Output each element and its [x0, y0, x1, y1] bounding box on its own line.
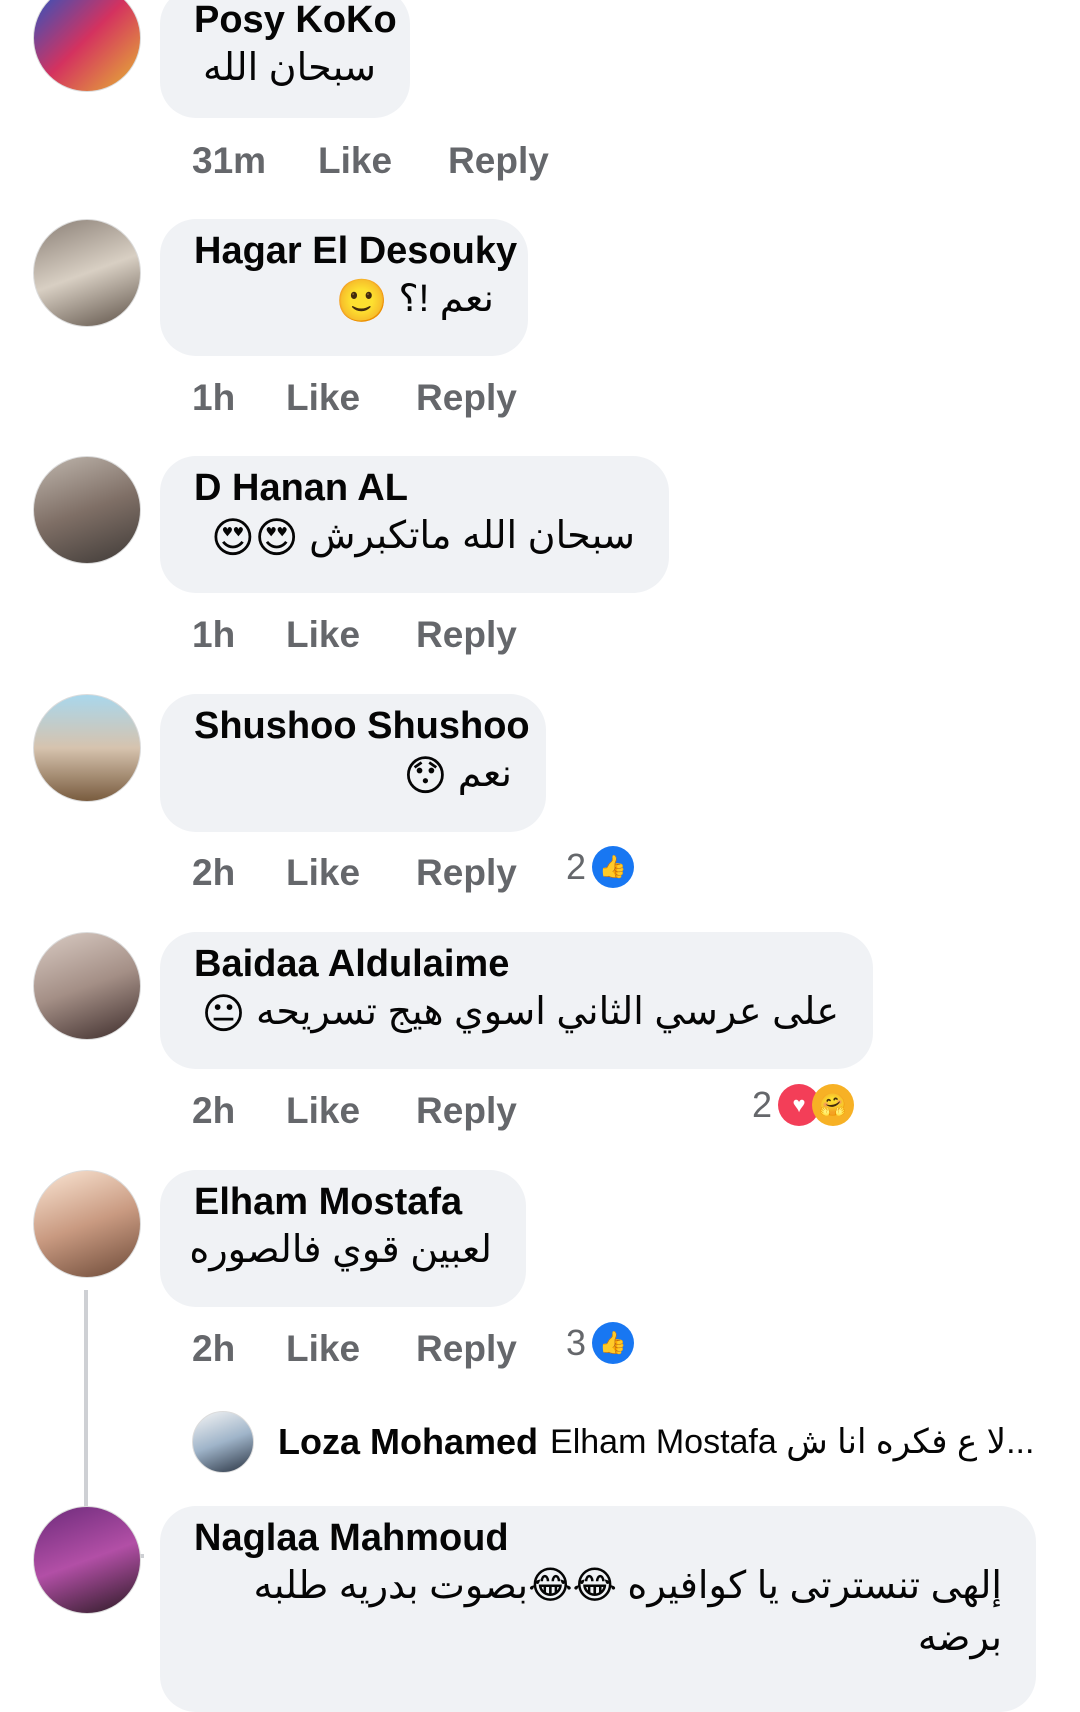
comment-bubble[interactable]: Hagar El Desouky نعم !؟ 🙂 [160, 219, 528, 356]
comment-actions: 31m Like Reply [192, 136, 549, 186]
comment-text: لعبين قوي فالصوره [189, 1229, 492, 1271]
comment-time[interactable]: 31m [192, 140, 318, 182]
commenter-name[interactable]: Hagar El Desouky [194, 229, 517, 273]
neutral-face-emoji: 😐 [201, 989, 246, 1037]
comment-time[interactable]: 1h [192, 377, 286, 419]
avatar[interactable] [33, 456, 141, 564]
comment-bubble[interactable]: Naglaa Mahmoud إلهى تنسترتى يا كوافيره 😂… [160, 1506, 1036, 1712]
reply-button[interactable]: Reply [416, 1328, 517, 1370]
reaction-count: 2 [566, 846, 587, 887]
comment-text: سبحان الله [203, 47, 376, 89]
comment-text-row: على عرسي الثاني اسوي هيج تسريحه 😐 [194, 986, 839, 1040]
comment-text: نعم [457, 753, 512, 795]
commenter-name[interactable]: Naglaa Mahmoud [194, 1516, 1002, 1560]
comment-text-row: نعم 😯 [194, 748, 512, 802]
avatar[interactable] [33, 932, 141, 1040]
commenter-name[interactable]: Posy KoKo [194, 0, 397, 42]
comment-time[interactable]: 2h [192, 1090, 286, 1132]
comment-bubble[interactable]: D Hanan AL سبحان الله ماتكبرش 😍😍 [160, 456, 669, 593]
thumbs-up-icon: 👍 [592, 846, 635, 888]
commenter-name[interactable]: Elham Mostafa [194, 1180, 492, 1224]
commenter-name[interactable]: Baidaa Aldulaime [194, 942, 839, 986]
avatar[interactable] [33, 0, 141, 92]
comment-bubble[interactable]: Posy KoKo سبحان الله [160, 0, 410, 118]
reply-button[interactable]: Reply [416, 614, 517, 656]
reaction-summary[interactable]: 2 👍 [566, 846, 635, 888]
surprised-emoji: 😯 [403, 751, 448, 799]
like-button[interactable]: Like [286, 614, 360, 656]
reply-button[interactable]: Reply [416, 1090, 517, 1132]
comment-time[interactable]: 1h [192, 614, 286, 656]
like-button[interactable]: Like [286, 852, 360, 894]
heart-eyes-emoji: 😍😍 [211, 513, 299, 561]
comment-time[interactable]: 2h [192, 1328, 286, 1370]
comment-actions: 2h Like Reply [192, 1324, 517, 1374]
reply-preview[interactable]: Loza Mohamed Elham Mostafa لا ع فكره انا… [192, 1411, 1034, 1473]
like-button[interactable]: Like [286, 1090, 360, 1132]
commenter-name[interactable]: D Hanan AL [194, 466, 635, 510]
like-button[interactable]: Like [318, 140, 392, 182]
comment-text: على عرسي الثاني اسوي هيج تسريحه [255, 991, 839, 1033]
comment-time[interactable]: 2h [192, 852, 286, 894]
care-icon: 🤗 [812, 1084, 855, 1126]
comment-text-row: نعم !؟ 🙂 [194, 273, 494, 327]
comment-text: نعم !؟ [398, 278, 494, 320]
like-button[interactable]: Like [286, 377, 360, 419]
comment-bubble[interactable]: Baidaa Aldulaime على عرسي الثاني اسوي هي… [160, 932, 873, 1069]
reply-author-name[interactable]: Loza Mohamed [278, 1421, 538, 1463]
comment-bubble[interactable]: Elham Mostafa لعبين قوي فالصوره [160, 1170, 526, 1307]
reaction-summary[interactable]: 2 ♥ 🤗 [752, 1084, 855, 1126]
comment-text-row: سبحان الله ماتكبرش 😍😍 [194, 510, 635, 564]
reaction-count: 2 [752, 1084, 773, 1125]
comment-actions: 2h Like Reply [192, 848, 517, 898]
reply-button[interactable]: Reply [448, 140, 549, 182]
comment-text: إلهى تنسترتى يا كوافيره 😂😂بصوت بدريه طلب… [253, 1565, 1002, 1659]
comment-bubble[interactable]: Shushoo Shushoo نعم 😯 [160, 694, 546, 832]
reaction-summary[interactable]: 3 👍 [566, 1322, 635, 1364]
reply-snippet: Elham Mostafa لا ع فكره انا ش... [550, 1423, 1035, 1461]
reaction-count: 3 [566, 1322, 587, 1363]
avatar[interactable] [33, 1170, 141, 1278]
comment-actions: 1h Like Reply [192, 373, 517, 423]
reply-button[interactable]: Reply [416, 852, 517, 894]
comment-actions: 1h Like Reply [192, 610, 517, 660]
comment-actions: 2h Like Reply [192, 1086, 517, 1136]
comment-text: سبحان الله ماتكبرش [309, 515, 635, 557]
like-button[interactable]: Like [286, 1328, 360, 1370]
avatar[interactable] [33, 219, 141, 327]
commenter-name[interactable]: Shushoo Shushoo [194, 704, 530, 748]
reply-button[interactable]: Reply [416, 377, 517, 419]
thumbs-up-icon: 👍 [592, 1322, 635, 1364]
smile-emoji: 🙂 [335, 276, 388, 324]
avatar[interactable] [33, 694, 141, 802]
avatar[interactable] [192, 1411, 254, 1473]
avatar[interactable] [33, 1506, 141, 1614]
